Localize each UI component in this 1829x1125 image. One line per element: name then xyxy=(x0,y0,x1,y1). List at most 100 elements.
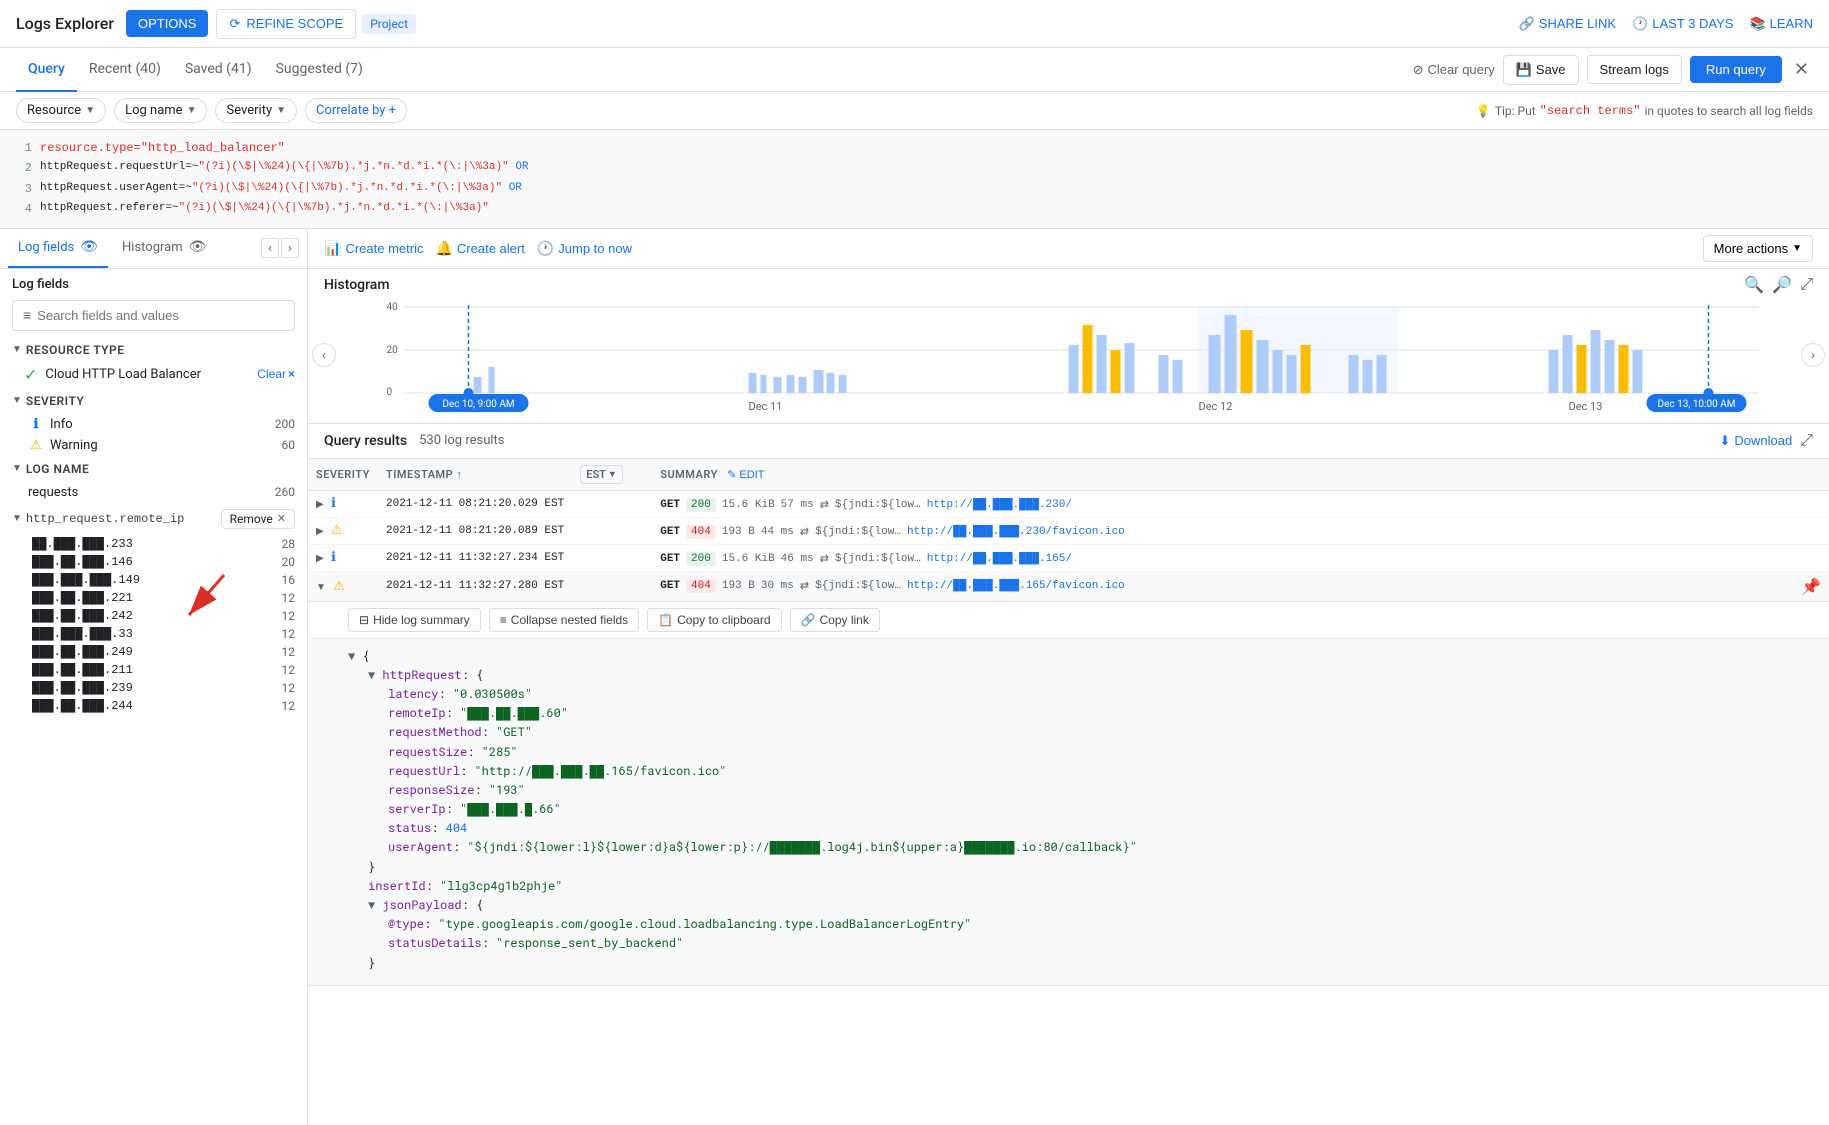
search-fields-input[interactable] xyxy=(37,308,284,323)
link-copy-icon: 🔗 xyxy=(801,613,816,627)
svg-text:20: 20 xyxy=(387,345,399,356)
resource-type-header[interactable]: ▼ RESOURCE TYPE xyxy=(0,339,307,361)
severity-label: SEVERITY xyxy=(26,394,84,408)
tab-recent[interactable]: Recent (40) xyxy=(77,48,173,92)
resource-type-item: ✓ Cloud HTTP Load Balancer Clear × xyxy=(0,361,307,388)
remove-chip[interactable]: Remove ✕ xyxy=(221,509,295,529)
ip-item[interactable]: ███.██.███.22112 xyxy=(0,589,307,607)
share-link-button[interactable]: 🔗 SHARE LINK xyxy=(1519,16,1617,32)
row-expand-btn-4[interactable]: ▼ xyxy=(316,582,326,593)
zoom-out-icon[interactable]: 🔎 xyxy=(1772,275,1792,295)
histogram-expand-icon[interactable]: ⤢ xyxy=(1800,276,1813,294)
query-editor[interactable]: 1 resource.type="http_load_balancer" 2 h… xyxy=(0,130,1829,229)
resource-type-chevron-icon: ▼ xyxy=(12,344,22,355)
run-query-button[interactable]: Run query xyxy=(1690,56,1782,83)
histogram-next-button[interactable]: › xyxy=(1801,343,1825,367)
collapse-icon: ≡ xyxy=(500,613,507,627)
ip-item[interactable]: ██.███.███.23328 xyxy=(0,535,307,553)
panel-expand-btns: ‹ › xyxy=(261,238,299,258)
ip-item[interactable]: ███.██.███.21112 xyxy=(0,661,307,679)
th-est[interactable]: EST ▼ xyxy=(572,459,652,491)
refine-scope-button[interactable]: ⟳ REFINE SCOPE xyxy=(216,9,356,39)
ip-label: ██.███.███.233 xyxy=(32,537,276,551)
table-row[interactable]: ▶ ℹ 2021-12-11 11:32:27.234 EST GET 200 … xyxy=(308,544,1829,571)
table-row[interactable]: ▶ ℹ 2021-12-11 08:21:20.029 EST GET 200 … xyxy=(308,490,1829,517)
row-timestamp-1: 2021-12-11 08:21:20.029 EST xyxy=(378,490,572,517)
resource-filter[interactable]: Resource ▼ xyxy=(16,98,106,123)
hide-summary-button[interactable]: ⊟ Hide log summary xyxy=(348,608,481,632)
panel-collapse-btn[interactable]: ‹ xyxy=(261,238,279,258)
info-count: 200 xyxy=(275,417,295,431)
project-badge: Project xyxy=(362,14,416,34)
query-code-3: httpRequest.userAgent=~"(?i)(\$|\%24)(\{… xyxy=(40,179,522,199)
more-actions-button[interactable]: More actions ▼ xyxy=(1703,235,1813,262)
row-summary-2: GET 404 193 B 44 ms ⇄ ${jndi:${low… http… xyxy=(652,517,1829,544)
stream-logs-button[interactable]: Stream logs xyxy=(1587,55,1682,84)
severity-filter[interactable]: Severity ▼ xyxy=(215,98,297,123)
tab-histogram[interactable]: Histogram 👁 xyxy=(112,229,216,269)
svg-text:0: 0 xyxy=(387,387,393,398)
search-fields-box[interactable]: ≡ xyxy=(12,300,295,331)
severity-info-icon-3: ℹ xyxy=(331,550,336,565)
tab-suggested[interactable]: Suggested (7) xyxy=(264,48,375,92)
table-row-expanded[interactable]: ▼ ⚠ 2021-12-11 11:32:27.280 EST GET 404 … xyxy=(308,571,1829,601)
pin-icon[interactable]: 📌 xyxy=(1801,577,1821,596)
remove-x-icon[interactable]: ✕ xyxy=(277,512,286,525)
create-metric-button[interactable]: 📊 Create metric xyxy=(324,240,423,257)
histogram-tools: 🔍 🔎 ⤢ xyxy=(1744,275,1813,295)
filter-icon: ≡ xyxy=(23,307,31,324)
top-nav: Logs Explorer OPTIONS ⟳ REFINE SCOPE Pro… xyxy=(0,0,1829,48)
severity-warning-item[interactable]: ⚠ Warning 60 xyxy=(0,435,307,456)
ip-item[interactable]: ███.██.███.23912 xyxy=(0,679,307,697)
log-name-requests-item[interactable]: requests 260 xyxy=(0,482,307,503)
top-nav-right: 🔗 SHARE LINK 🕐 LAST 3 DAYS 📚 LEARN xyxy=(1519,16,1813,32)
learn-button[interactable]: 📚 LEARN xyxy=(1749,16,1813,32)
severity-info-item[interactable]: ℹ Info 200 xyxy=(0,414,307,435)
tab-saved[interactable]: Saved (41) xyxy=(173,48,264,92)
ip-item[interactable]: ███.███.███.3312 xyxy=(0,625,307,643)
ip-item[interactable]: ███.██.███.24912 xyxy=(0,643,307,661)
correlate-by-filter[interactable]: Correlate by + xyxy=(305,98,407,123)
log-name-section-header[interactable]: ▼ LOG NAME xyxy=(0,456,307,482)
copy-link-button[interactable]: 🔗 Copy link xyxy=(790,608,880,632)
tab-query[interactable]: Query xyxy=(16,48,77,92)
collapse-nested-button[interactable]: ≡ Collapse nested fields xyxy=(489,608,639,632)
tab-log-fields[interactable]: Log fields 👁 xyxy=(8,229,108,269)
ip-item[interactable]: ███.███.███.14916 xyxy=(0,571,307,589)
http-request-header[interactable]: ▼ http_request.remote_ip Remove ✕ xyxy=(0,503,307,535)
row-expand-btn-3[interactable]: ▶ xyxy=(316,553,324,564)
download-button[interactable]: ⬇ Download xyxy=(1719,433,1792,449)
row-summary-1: GET 200 15.6 KiB 57 ms ⇄ ${jndi:${low… h… xyxy=(652,490,1829,517)
ip-item[interactable]: ███.██.███.24412 xyxy=(0,697,307,715)
copy-to-clipboard-button[interactable]: 📋 Copy to clipboard xyxy=(647,608,781,632)
ip-item[interactable]: ███.██.███.14620 xyxy=(0,553,307,571)
log-name-filter[interactable]: Log name ▼ xyxy=(114,98,207,123)
clear-x-icon: × xyxy=(288,367,295,381)
zoom-in-icon[interactable]: 🔍 xyxy=(1744,275,1764,295)
options-button[interactable]: OPTIONS xyxy=(126,10,209,37)
ip-item[interactable]: ███.██.███.24212 xyxy=(0,607,307,625)
th-summary: SUMMARY ✎ EDIT xyxy=(652,459,1829,491)
jump-to-now-button[interactable]: 🕐 Jump to now xyxy=(537,240,632,257)
create-alert-button[interactable]: 🔔 Create alert xyxy=(435,240,524,257)
more-actions-chevron-icon: ▼ xyxy=(1792,243,1802,254)
last-days-button[interactable]: 🕐 LAST 3 DAYS xyxy=(1632,16,1733,32)
close-panel-button[interactable]: ✕ xyxy=(1790,55,1813,84)
histogram-prev-button[interactable]: ‹ xyxy=(312,343,336,367)
resource-type-value: Cloud HTTP Load Balancer xyxy=(45,367,249,382)
save-button[interactable]: 💾 Save xyxy=(1503,55,1579,85)
filter-bar: Resource ▼ Log name ▼ Severity ▼ Correla… xyxy=(0,92,1829,130)
clear-query-button[interactable]: ⊘ Clear query xyxy=(1413,62,1495,78)
severity-header[interactable]: ▼ SEVERITY xyxy=(0,388,307,414)
row-expand-btn-1[interactable]: ▶ xyxy=(316,499,324,510)
fullscreen-button[interactable]: ⤢ xyxy=(1800,432,1813,450)
table-row[interactable]: ▶ ⚠ 2021-12-11 08:21:20.089 EST GET 404 … xyxy=(308,517,1829,544)
clear-resource-button[interactable]: Clear × xyxy=(257,367,295,381)
svg-text:Dec 10, 9:00 AM: Dec 10, 9:00 AM xyxy=(442,399,514,410)
edit-summary-button[interactable]: ✎ EDIT xyxy=(727,468,764,481)
severity-chevron-icon: ▼ xyxy=(12,395,22,406)
panel-expand-btn[interactable]: › xyxy=(281,238,299,258)
svg-text:Dec 13, 10:00 AM: Dec 13, 10:00 AM xyxy=(1658,399,1736,410)
row-expand-btn-2[interactable]: ▶ xyxy=(316,526,324,537)
th-timestamp[interactable]: TIMESTAMP ↑ xyxy=(378,459,572,491)
